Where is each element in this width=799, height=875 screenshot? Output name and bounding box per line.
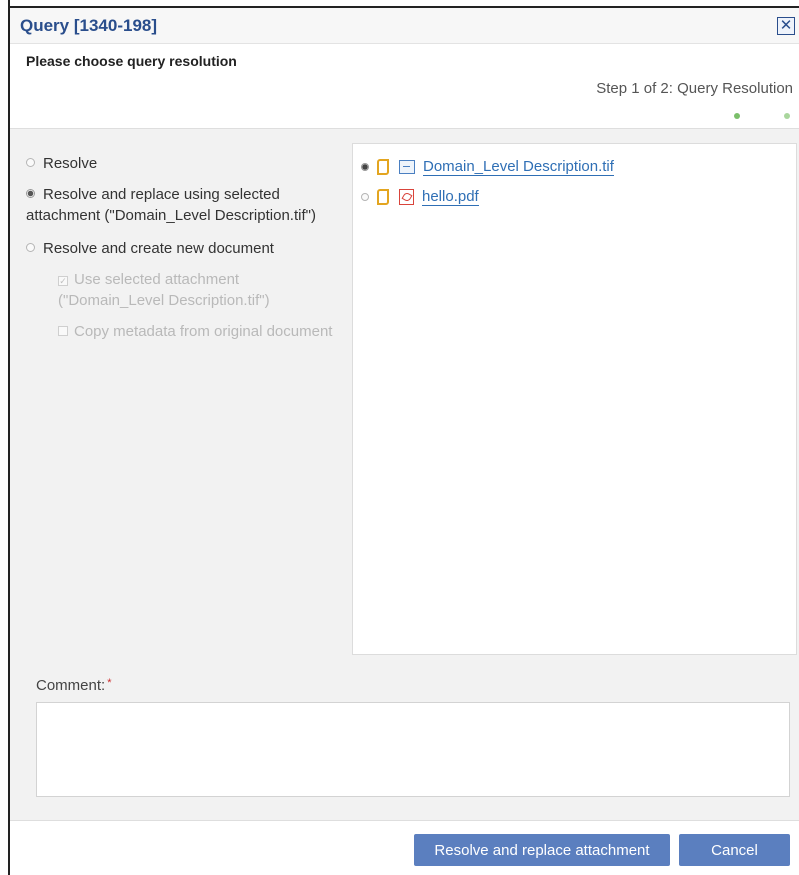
option-resolve-create-label: Resolve and create new document bbox=[43, 240, 274, 257]
prompt-label: Please choose query resolution bbox=[26, 53, 237, 69]
step-dot-active bbox=[734, 113, 740, 119]
close-icon[interactable]: ✕ bbox=[777, 17, 795, 35]
option-resolve-replace-label: Resolve and replace using selected attac… bbox=[26, 186, 316, 224]
attachment-link[interactable]: Domain_Level Description.tif bbox=[423, 158, 614, 176]
resolve-radio[interactable] bbox=[26, 158, 35, 167]
attachment-link[interactable]: hello.pdf bbox=[422, 188, 479, 206]
resolve-replace-radio[interactable] bbox=[26, 189, 35, 198]
resolve-replace-attachment-button[interactable]: Resolve and replace attachment bbox=[414, 834, 670, 866]
attachment-clip-icon bbox=[377, 159, 389, 175]
dialog-body: Resolve Resolve and replace using select… bbox=[10, 128, 799, 821]
image-file-icon bbox=[399, 160, 415, 174]
comment-label: Comment: * bbox=[36, 677, 111, 694]
attachment-clip-icon bbox=[377, 189, 389, 205]
resolution-options: Resolve Resolve and replace using select… bbox=[26, 153, 336, 342]
option-resolve-replace[interactable]: Resolve and replace using selected attac… bbox=[26, 184, 336, 226]
option-resolve-create[interactable]: Resolve and create new document bbox=[26, 238, 336, 259]
copy-metadata-checkbox bbox=[58, 326, 68, 336]
query-dialog: Query [1340-198] ✕ Please choose query r… bbox=[10, 8, 799, 875]
use-selected-checkbox: ✓ bbox=[58, 276, 68, 286]
attachment-radio[interactable] bbox=[361, 163, 369, 171]
dialog-titlebar: Query [1340-198] ✕ bbox=[10, 8, 799, 44]
attachment-row[interactable]: hello.pdf bbox=[361, 186, 479, 208]
use-selected-label: Use selected attachment ("Domain_Level D… bbox=[58, 271, 270, 309]
option-resolve-label: Resolve bbox=[43, 155, 98, 172]
comment-input[interactable] bbox=[36, 702, 790, 797]
comment-label-text: Comment: bbox=[36, 677, 106, 694]
attachment-radio[interactable] bbox=[361, 193, 369, 201]
option-use-selected-attachment: ✓ Use selected attachment ("Domain_Level … bbox=[58, 269, 336, 311]
required-marker: * bbox=[107, 677, 112, 689]
step-indicator-text: Step 1 of 2: Query Resolution bbox=[596, 80, 793, 97]
window-frame-top bbox=[0, 0, 799, 8]
copy-metadata-label: Copy metadata from original document bbox=[74, 323, 333, 340]
option-copy-metadata: Copy metadata from original document bbox=[58, 321, 336, 342]
resolve-create-radio[interactable] bbox=[26, 243, 35, 252]
option-resolve[interactable]: Resolve bbox=[26, 153, 336, 174]
pdf-file-icon bbox=[399, 189, 414, 205]
window-frame-left bbox=[0, 0, 10, 875]
attachment-list: Domain_Level Description.tif hello.pdf bbox=[352, 143, 797, 655]
step-dot-inactive bbox=[784, 113, 790, 119]
dialog-title: Query [1340-198] bbox=[20, 16, 158, 35]
attachment-row[interactable]: Domain_Level Description.tif bbox=[361, 156, 614, 178]
cancel-button[interactable]: Cancel bbox=[679, 834, 790, 866]
